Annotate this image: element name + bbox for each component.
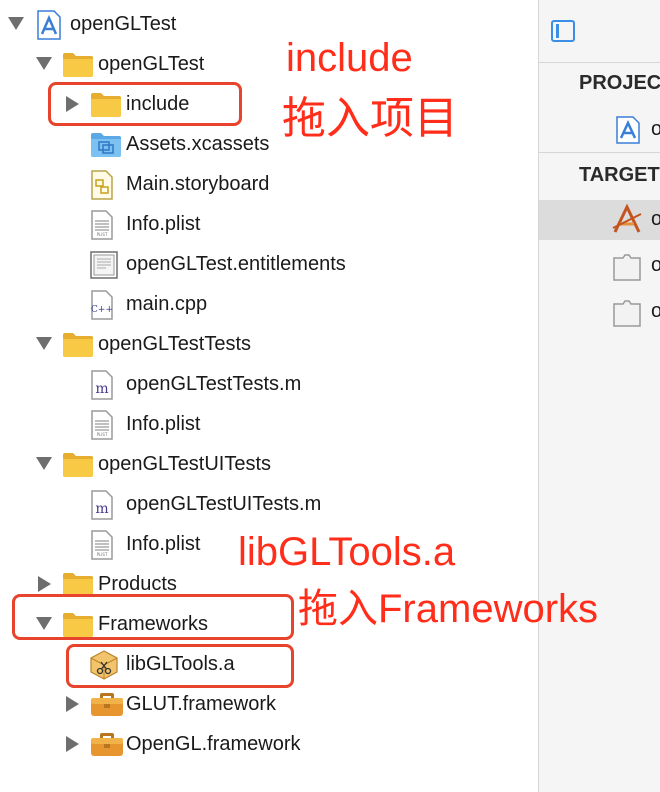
svg-text:m: m: [95, 381, 108, 397]
navigator-row[interactable]: GLUT.framework: [0, 684, 538, 724]
test-bundle-icon: [613, 300, 641, 327]
disclosure-expanded-icon[interactable]: [36, 337, 52, 350]
test-bundle-icon: [613, 254, 641, 281]
navigator-row-label: Assets.xcassets: [126, 133, 270, 155]
frameworks-highlight-box: [12, 594, 294, 640]
navigator-row-label: openGLTestUITests: [98, 453, 272, 475]
navigator-row-label: Main.storyboard: [126, 173, 270, 195]
asset-catalog-icon: [90, 130, 121, 158]
xcode-project-icon: [616, 116, 640, 144]
plist-icon: PLIST: [90, 210, 118, 240]
include-highlight-box: [48, 82, 242, 126]
navigator-row[interactable]: openGLTest.entitlements: [0, 244, 538, 284]
navigator-row[interactable]: Main.storyboard: [0, 164, 538, 204]
svg-text:C++: C++: [91, 305, 113, 315]
navigator-row-label: openGLTestUITests.m: [126, 493, 322, 515]
navigator-row[interactable]: OpenGL.framework: [0, 724, 538, 764]
lib-annotation-note: 拖入Frameworks: [298, 587, 599, 631]
navigator-row[interactable]: m openGLTestTests.m: [0, 364, 538, 404]
svg-text:PLIST: PLIST: [97, 232, 108, 237]
navigator-row-label: openGLTestTests: [98, 333, 252, 355]
sidebar-toggle-icon[interactable]: [551, 20, 575, 42]
navigator-row-label: Info.plist: [126, 533, 201, 555]
navigator-row-label: OpenGL.framework: [126, 733, 301, 755]
disclosure-collapsed-icon[interactable]: [66, 736, 79, 752]
project-item-label: o: [651, 118, 660, 140]
plist-icon: PLIST: [90, 530, 118, 560]
navigator-row-label: openGLTest.entitlements: [126, 253, 346, 275]
disclosure-expanded-icon[interactable]: [36, 57, 52, 70]
target-item[interactable]: o: [539, 246, 660, 286]
lib-highlight-box: [66, 644, 294, 688]
target-item-label: o: [651, 208, 660, 230]
entitlements-icon: [90, 250, 118, 279]
navigator-row[interactable]: openGLTestTests: [0, 324, 538, 364]
folder-icon: [62, 450, 93, 478]
section-separator: [539, 152, 660, 153]
folder-icon: [62, 50, 93, 78]
project-section-header: PROJEC: [579, 72, 660, 94]
include-annotation-note: 拖入项目: [282, 94, 458, 143]
disclosure-collapsed-icon[interactable]: [38, 576, 51, 592]
svg-text:PLIST: PLIST: [97, 432, 108, 437]
navigator-row[interactable]: openGLTestUITests: [0, 444, 538, 484]
objc-file-icon: m: [90, 370, 118, 400]
navigator-row-label: Info.plist: [126, 413, 201, 435]
disclosure-expanded-icon[interactable]: [36, 457, 52, 470]
navigator-row-label: Products: [98, 573, 177, 595]
navigator-row-label: openGLTest: [70, 13, 177, 35]
disclosure-expanded-icon[interactable]: [8, 17, 24, 30]
lib-annotation-title: libGLTools.a: [238, 530, 456, 574]
navigator-row[interactable]: openGLTest: [0, 4, 538, 44]
navigator-row-label: main.cpp: [126, 293, 208, 315]
navigator-row[interactable]: m openGLTestUITests.m: [0, 484, 538, 524]
navigator-row[interactable]: PLIST Info.plist: [0, 404, 538, 444]
navigator-row[interactable]: openGLTest: [0, 44, 538, 84]
navigator-row-label: openGLTestTests.m: [126, 373, 302, 395]
app-target-icon: [612, 204, 642, 233]
cpp-file-icon: C++: [90, 290, 118, 320]
framework-icon: [90, 690, 123, 718]
navigator-row[interactable]: C++ main.cpp: [0, 284, 538, 324]
framework-icon: [90, 730, 123, 758]
target-item[interactable]: o: [539, 292, 660, 332]
objc-file-icon: m: [90, 490, 118, 520]
plist-icon: PLIST: [90, 410, 118, 440]
navigator-row-label: Info.plist: [126, 213, 201, 235]
inspector-toolbar: [539, 0, 660, 63]
xcode-project-icon: [36, 10, 64, 40]
include-annotation-title: include: [286, 36, 413, 80]
folder-icon: [62, 330, 93, 358]
targets-section-header: TARGET: [579, 164, 660, 186]
navigator-row-label: openGLTest: [98, 53, 205, 75]
project-target-list: PROJEC o TARGET o o o: [539, 0, 660, 792]
navigator-row[interactable]: PLIST Info.plist: [0, 204, 538, 244]
svg-text:PLIST: PLIST: [97, 552, 108, 557]
svg-text:m: m: [95, 501, 108, 517]
disclosure-collapsed-icon[interactable]: [66, 696, 79, 712]
target-item-label: o: [651, 300, 660, 322]
navigator-row-label: GLUT.framework: [126, 693, 277, 715]
target-item[interactable]: o: [539, 200, 660, 240]
project-item[interactable]: o: [539, 110, 660, 150]
storyboard-icon: [90, 170, 118, 200]
target-item-label: o: [651, 254, 660, 276]
